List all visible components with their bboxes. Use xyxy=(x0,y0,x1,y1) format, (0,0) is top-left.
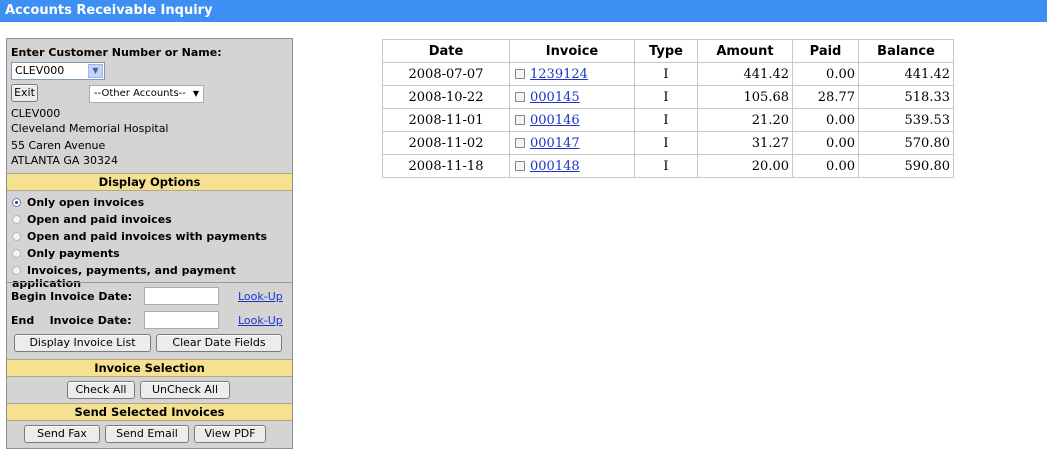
display-invoice-list-button[interactable]: Display Invoice List xyxy=(14,334,151,352)
exit-button[interactable]: Exit xyxy=(11,84,38,102)
invoice-table: Date Invoice Type Amount Paid Balance 20… xyxy=(382,39,954,178)
radio-label: Only payments xyxy=(27,247,120,260)
end-date-label-prefix: End xyxy=(11,314,35,327)
radio-icon[interactable] xyxy=(12,249,21,258)
end-date-input[interactable] xyxy=(144,311,219,329)
table-row: 2008-10-22 000145 I 105.68 28.77 518.33 xyxy=(382,85,954,109)
cell-paid: 0.00 xyxy=(792,131,859,155)
filter-panel: Enter Customer Number or Name: CLEV000 ▼… xyxy=(6,38,293,449)
divider xyxy=(7,282,292,283)
end-date-label-text: Invoice Date: xyxy=(49,314,132,327)
begin-date-lookup-link[interactable]: Look-Up xyxy=(238,290,283,303)
cell-paid: 0.00 xyxy=(792,62,859,86)
cell-invoice: 000147 xyxy=(509,131,635,155)
invoice-link[interactable]: 1239124 xyxy=(530,67,588,82)
cell-invoice: 000148 xyxy=(509,154,635,178)
invoice-checkbox[interactable] xyxy=(515,91,525,102)
cell-balance: 441.42 xyxy=(858,62,954,86)
cell-invoice: 000145 xyxy=(509,85,635,109)
customer-address-line2: ATLANTA GA 30324 xyxy=(11,154,118,167)
customer-number: CLEV000 xyxy=(11,107,61,120)
cell-amount: 31.27 xyxy=(697,131,793,155)
cell-invoice: 1239124 xyxy=(509,62,635,86)
other-accounts-value: --Other Accounts-- xyxy=(94,88,186,99)
clear-date-fields-button[interactable]: Clear Date Fields xyxy=(156,334,282,352)
cell-paid: 0.00 xyxy=(792,154,859,178)
invoice-link[interactable]: 000148 xyxy=(530,159,580,174)
page-title: Accounts Receivable Inquiry xyxy=(0,0,1047,22)
radio-label: Open and paid invoices with payments xyxy=(27,230,268,243)
cell-date: 2008-11-18 xyxy=(382,154,510,178)
invoice-checkbox[interactable] xyxy=(515,160,525,171)
cell-type: I xyxy=(634,154,698,178)
column-header-amount: Amount xyxy=(697,39,793,63)
table-header-row: Date Invoice Type Amount Paid Balance xyxy=(382,39,954,63)
invoice-link[interactable]: 000147 xyxy=(530,136,580,151)
invoice-selection-header: Invoice Selection xyxy=(7,359,292,377)
cell-amount: 105.68 xyxy=(697,85,793,109)
invoice-checkbox[interactable] xyxy=(515,114,525,125)
dropdown-arrow-icon: ▼ xyxy=(192,89,199,98)
cell-amount: 21.20 xyxy=(697,108,793,132)
cell-date: 2008-10-22 xyxy=(382,85,510,109)
radio-option-only-open[interactable]: Only open invoices xyxy=(12,196,144,209)
column-header-invoice: Invoice xyxy=(509,39,635,63)
cell-balance: 518.33 xyxy=(858,85,954,109)
invoice-link[interactable]: 000146 xyxy=(530,113,580,128)
radio-selected-icon[interactable] xyxy=(12,198,21,207)
invoice-checkbox[interactable] xyxy=(515,68,525,79)
customer-select[interactable]: CLEV000 ▼ xyxy=(11,62,105,80)
cell-invoice: 000146 xyxy=(509,108,635,132)
column-header-date: Date xyxy=(382,39,510,63)
other-accounts-select[interactable]: --Other Accounts-- ▼ xyxy=(89,85,204,103)
end-date-label: End Invoice Date: xyxy=(11,314,131,327)
cell-balance: 539.53 xyxy=(858,108,954,132)
customer-select-value: CLEV000 xyxy=(15,64,65,77)
customer-prompt: Enter Customer Number or Name: xyxy=(11,46,222,59)
send-selected-invoices-header: Send Selected Invoices xyxy=(7,403,292,421)
cell-paid: 28.77 xyxy=(792,85,859,109)
radio-icon[interactable] xyxy=(12,266,21,275)
table-row: 2008-07-07 1239124 I 441.42 0.00 441.42 xyxy=(382,62,954,86)
check-all-button[interactable]: Check All xyxy=(67,381,135,399)
send-email-button[interactable]: Send Email xyxy=(105,425,189,443)
invoice-link[interactable]: 000145 xyxy=(530,90,580,105)
end-date-lookup-link[interactable]: Look-Up xyxy=(238,314,283,327)
radio-option-only-payments[interactable]: Only payments xyxy=(12,247,120,260)
cell-amount: 441.42 xyxy=(697,62,793,86)
cell-date: 2008-07-07 xyxy=(382,62,510,86)
chevron-down-icon[interactable]: ▼ xyxy=(88,64,103,78)
radio-icon[interactable] xyxy=(12,215,21,224)
cell-balance: 570.80 xyxy=(858,131,954,155)
cell-balance: 590.80 xyxy=(858,154,954,178)
radio-option-with-payments[interactable]: Open and paid invoices with payments xyxy=(12,230,267,243)
cell-type: I xyxy=(634,85,698,109)
customer-name: Cleveland Memorial Hospital xyxy=(11,122,169,135)
cell-date: 2008-11-01 xyxy=(382,108,510,132)
cell-amount: 20.00 xyxy=(697,154,793,178)
table-row: 2008-11-18 000148 I 20.00 0.00 590.80 xyxy=(382,154,954,178)
invoice-checkbox[interactable] xyxy=(515,137,525,148)
radio-label: Open and paid invoices xyxy=(27,213,172,226)
cell-type: I xyxy=(634,62,698,86)
begin-date-input[interactable] xyxy=(144,287,219,305)
send-fax-button[interactable]: Send Fax xyxy=(24,425,100,443)
display-options-header: Display Options xyxy=(7,173,292,191)
view-pdf-button[interactable]: View PDF xyxy=(194,425,266,443)
radio-label: Only open invoices xyxy=(27,196,145,209)
cell-paid: 0.00 xyxy=(792,108,859,132)
customer-address-line1: 55 Caren Avenue xyxy=(11,139,106,152)
cell-type: I xyxy=(634,131,698,155)
column-header-paid: Paid xyxy=(792,39,859,63)
column-header-type: Type xyxy=(634,39,698,63)
radio-option-open-and-paid[interactable]: Open and paid invoices xyxy=(12,213,172,226)
cell-date: 2008-11-02 xyxy=(382,131,510,155)
radio-icon[interactable] xyxy=(12,232,21,241)
cell-type: I xyxy=(634,108,698,132)
table-row: 2008-11-01 000146 I 21.20 0.00 539.53 xyxy=(382,108,954,132)
begin-date-label: Begin Invoice Date: xyxy=(11,290,133,303)
uncheck-all-button[interactable]: UnCheck All xyxy=(140,381,230,399)
column-header-balance: Balance xyxy=(858,39,954,63)
table-row: 2008-11-02 000147 I 31.27 0.00 570.80 xyxy=(382,131,954,155)
